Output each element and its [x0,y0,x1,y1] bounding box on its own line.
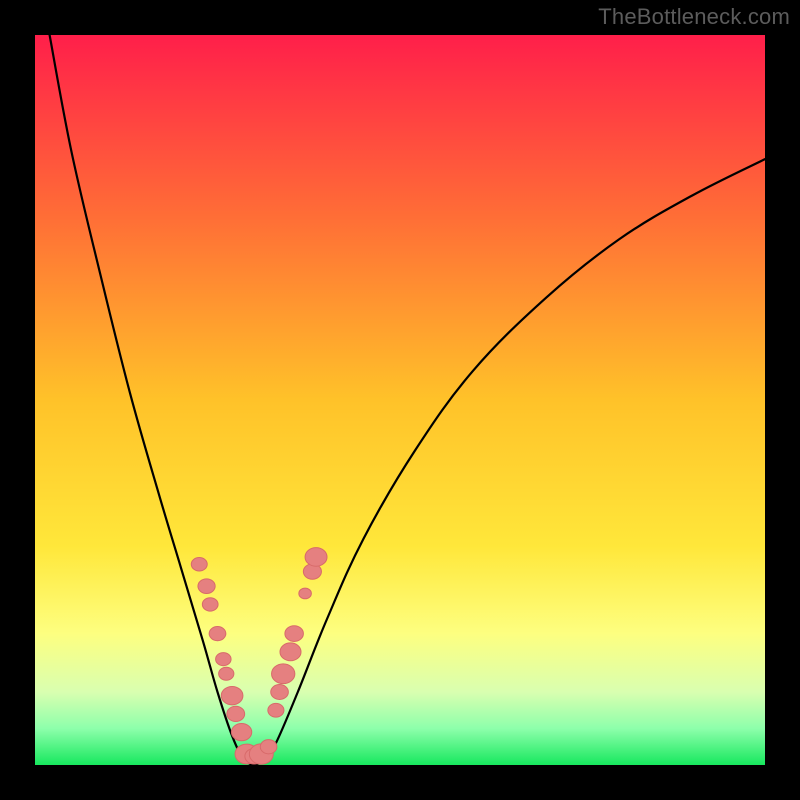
data-marker [202,598,218,611]
plot-area [35,35,765,765]
data-marker [209,627,226,641]
data-marker [285,626,303,642]
data-marker [305,548,327,567]
data-marker [271,685,289,700]
gradient-background [35,35,765,765]
data-marker [231,724,251,741]
data-marker [268,703,284,717]
data-marker [299,588,312,599]
data-marker [191,557,207,571]
data-marker [198,579,215,594]
data-marker [221,686,243,704]
bottleneck-chart [35,35,765,765]
data-marker [272,664,295,684]
chart-frame: TheBottleneck.com [0,0,800,800]
watermark-text: TheBottleneck.com [598,4,790,30]
data-marker [227,706,245,721]
data-marker [216,653,231,666]
data-marker [219,667,234,680]
data-marker [260,740,277,754]
data-marker [280,643,301,661]
